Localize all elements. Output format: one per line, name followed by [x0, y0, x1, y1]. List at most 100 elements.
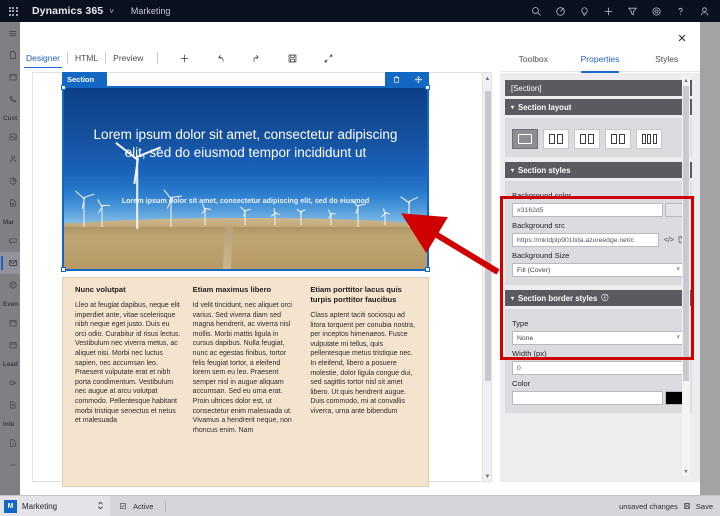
turbine: [240, 206, 251, 225]
chevron-down-icon[interactable]: ˅: [676, 267, 680, 273]
delete-section-icon[interactable]: [392, 75, 401, 84]
border-color-input[interactable]: [512, 391, 663, 405]
undo-button[interactable]: [202, 47, 238, 69]
expand-button[interactable]: [310, 47, 346, 69]
background-size-value: Fill (Cover): [517, 266, 551, 274]
brand-title[interactable]: Dynamics 365: [32, 5, 103, 17]
tab-properties[interactable]: Properties: [567, 46, 634, 73]
panel-scroll-thumb[interactable]: [683, 86, 689, 381]
app-badge: M: [4, 499, 17, 513]
scroll-down-icon[interactable]: ▼: [682, 467, 690, 476]
properties-panel-scrollbar[interactable]: ▲ ▼: [682, 76, 690, 476]
border-width-input[interactable]: 0: [512, 361, 685, 375]
code-icon[interactable]: </>: [664, 237, 674, 244]
three-column-section[interactable]: Nunc volutpat Lleo at feugiat dapibus, n…: [62, 277, 429, 487]
background-src-row: https://mktdplp901tida.azureedge.net/c <…: [512, 233, 685, 247]
column-block[interactable]: Nunc volutpat Lleo at feugiat dapibus, n…: [69, 285, 187, 486]
designer-toolbar: Designer HTML Preview: [20, 46, 480, 70]
background-src-input[interactable]: https://mktdplp901tida.azureedge.net/c: [512, 233, 659, 247]
column-block[interactable]: Etiam porttitor lacus quis turpis portti…: [304, 285, 422, 486]
record-status-icon[interactable]: [119, 502, 127, 510]
column-body[interactable]: Lleo at feugiat dapibus, neque elit impe…: [75, 301, 181, 426]
field-ground: [64, 223, 427, 269]
top-nav-actions: [524, 0, 720, 22]
hero-section-selected[interactable]: Lorem ipsum dolor sit amet, consectetur …: [61, 85, 430, 272]
chevron-down-icon[interactable]: ▾: [511, 295, 514, 302]
properties-panel-tabs: Toolbox Properties Styles: [500, 46, 700, 73]
section-border-styles-header[interactable]: ▾ Section border styles ⓘ: [505, 290, 692, 306]
chevron-updown-icon[interactable]: [97, 500, 104, 513]
section-toolbar[interactable]: [385, 72, 429, 86]
record-status-label: Active: [133, 501, 154, 511]
background-color-label: Background color: [512, 191, 572, 200]
section-styles-title: Section styles: [518, 165, 571, 175]
lightbulb-icon[interactable]: [572, 0, 596, 22]
status-bar-actions: unsaved changes Save: [619, 502, 720, 511]
column-block[interactable]: Etiam maximus libero Id velit tincidunt,…: [187, 285, 305, 486]
save-button[interactable]: Save: [696, 502, 713, 511]
column-body[interactable]: Id velit tincidunt, nec aliquet orci var…: [193, 301, 299, 435]
scroll-up-icon[interactable]: ▲: [682, 76, 690, 85]
section-label-tab[interactable]: Section: [62, 72, 107, 86]
background-color-input[interactable]: #3162d5: [512, 203, 663, 217]
section-styles-header[interactable]: ▾ Section styles: [505, 162, 692, 178]
chevron-down-icon[interactable]: ˅: [676, 335, 680, 341]
column-body[interactable]: Class aptent taciti sociosqu ad litora t…: [310, 311, 416, 417]
background-size-select[interactable]: Fill (Cover) ˅: [512, 263, 685, 277]
turbine-large: [115, 141, 162, 229]
column-heading[interactable]: Nunc volutpat: [75, 285, 181, 295]
unsaved-changes-label: unsaved changes: [619, 501, 678, 511]
resize-handle[interactable]: [61, 267, 66, 272]
tab-toolbox[interactable]: Toolbox: [500, 46, 567, 72]
save-button[interactable]: [274, 47, 310, 69]
filter-icon[interactable]: [620, 0, 644, 22]
add-element-button[interactable]: [166, 47, 202, 69]
scroll-down-icon[interactable]: ▼: [483, 472, 491, 481]
scroll-up-icon[interactable]: ▲: [483, 74, 491, 84]
status-divider: [165, 500, 167, 512]
turbine: [270, 208, 280, 225]
layout-1-column[interactable]: [512, 129, 538, 149]
info-icon[interactable]: ⓘ: [601, 293, 608, 303]
account-icon[interactable]: [692, 0, 716, 22]
app-launcher-icon[interactable]: [0, 0, 26, 22]
toolbar-divider: [67, 52, 69, 64]
border-type-select[interactable]: None ˅: [512, 331, 685, 345]
layout-2-column-wide-narrow[interactable]: [605, 129, 631, 149]
border-type-value: None: [517, 334, 534, 342]
add-icon[interactable]: [596, 0, 620, 22]
chevron-down-icon[interactable]: ˅: [109, 7, 114, 16]
layout-2-column-narrow-wide[interactable]: [574, 129, 600, 149]
move-section-icon[interactable]: [414, 75, 423, 84]
resize-handle[interactable]: [425, 267, 430, 272]
tab-preview[interactable]: Preview: [107, 48, 149, 68]
layout-2-column-equal[interactable]: [543, 129, 569, 149]
column-heading[interactable]: Etiam porttitor lacus quis turpis portti…: [310, 285, 416, 305]
diagnostics-icon[interactable]: [548, 0, 572, 22]
border-color-row: [512, 391, 685, 405]
properties-panel: Toolbox Properties Styles [Section] ▾ Se…: [500, 46, 700, 482]
save-icon[interactable]: [683, 502, 691, 510]
toolbar-divider: [157, 52, 159, 64]
layout-3-column[interactable]: [636, 129, 662, 149]
tab-styles[interactable]: Styles: [633, 46, 700, 72]
record-status-area: Active: [110, 500, 167, 512]
section-layout-header[interactable]: ▾ Section layout: [505, 99, 692, 115]
settings-icon[interactable]: [644, 0, 668, 22]
section-layout-title: Section layout: [518, 102, 572, 112]
canvas-scrollbar[interactable]: ▲ ▼: [482, 73, 491, 481]
tab-html[interactable]: HTML: [69, 48, 104, 68]
chevron-down-icon[interactable]: ▾: [511, 167, 514, 174]
redo-button[interactable]: [238, 47, 274, 69]
tab-designer[interactable]: Designer: [20, 48, 66, 68]
section-styles-group: Background color #3162d5 Background src …: [505, 181, 692, 285]
column-heading[interactable]: Etiam maximus libero: [193, 285, 299, 295]
turbine: [75, 190, 95, 227]
app-switcher[interactable]: M Marketing: [0, 495, 110, 516]
chevron-down-icon[interactable]: ▾: [511, 104, 514, 111]
canvas-scroll-thumb[interactable]: [484, 91, 491, 381]
section-border-styles-title: Section border styles: [518, 293, 598, 303]
section-layout-group: [505, 118, 692, 157]
search-icon[interactable]: [524, 0, 548, 22]
help-icon[interactable]: [668, 0, 692, 22]
